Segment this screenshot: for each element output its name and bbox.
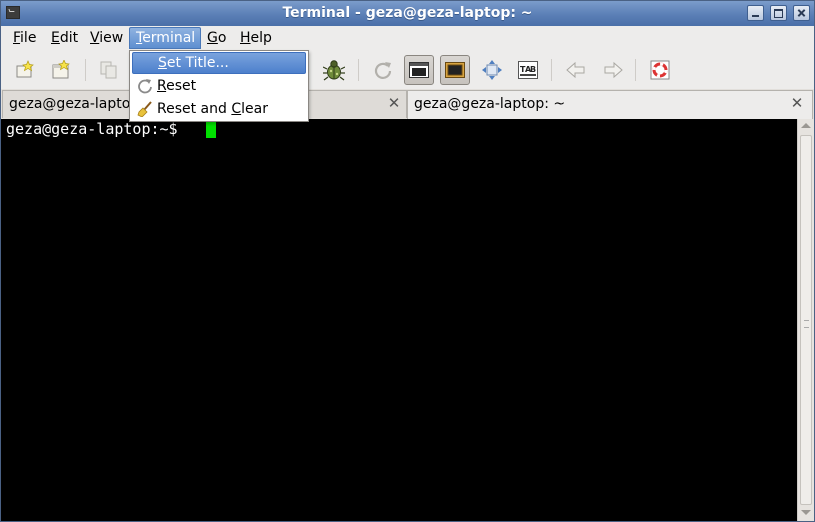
maximize-button[interactable] [770, 5, 787, 21]
terminal-cursor [206, 122, 216, 138]
frame-icon [445, 62, 465, 78]
menu-item-reset[interactable]: Reset [132, 75, 306, 97]
new-window-button[interactable] [46, 55, 76, 85]
lifebuoy-icon [650, 60, 670, 80]
terminal-scrollbar[interactable] [797, 119, 814, 521]
toolbar-separator [551, 59, 552, 81]
refresh-icon [374, 62, 392, 79]
menu-help[interactable]: Help [234, 27, 278, 49]
menu-bar: File Edit View Terminal Go Help [1, 26, 814, 50]
next-tab-button[interactable] [598, 55, 628, 85]
toggle-borders-button[interactable] [440, 55, 470, 85]
previous-tab-button[interactable] [561, 55, 591, 85]
window-title: Terminal - geza@geza-laptop: ~ [282, 5, 533, 21]
terminal-window: Terminal - geza@geza-laptop: ~ File Edit… [0, 0, 815, 522]
toolbar: TAB [1, 51, 814, 90]
menu-item-reset-and-clear[interactable]: Reset and Clear [132, 98, 306, 120]
svg-text:B: B [530, 65, 536, 74]
close-tab-icon[interactable]: ✕ [790, 96, 804, 111]
toolbar-separator [635, 59, 636, 81]
fullscreen-button[interactable] [477, 55, 507, 85]
terminal-area[interactable]: geza@geza-laptop:~$ [1, 119, 797, 521]
scrollbar-thumb[interactable] [800, 135, 812, 505]
new-window-icon [52, 60, 70, 79]
scroll-down-icon[interactable] [801, 510, 811, 515]
copy-button[interactable] [94, 55, 124, 85]
scroll-up-icon[interactable] [801, 123, 811, 128]
refresh-button[interactable] [368, 55, 398, 85]
minimize-button[interactable] [747, 5, 764, 21]
terminal-menu-dropdown: Set Title... Reset Reset and Clear [129, 50, 309, 122]
title-bar[interactable]: Terminal - geza@geza-laptop: ~ [1, 1, 814, 26]
window-icon [409, 62, 429, 78]
arrow-left-icon [566, 61, 585, 79]
toggle-menubar-button[interactable] [404, 55, 434, 85]
menu-go[interactable]: Go [201, 27, 232, 49]
broom-icon [137, 101, 152, 117]
close-window-button[interactable] [793, 5, 810, 21]
new-tab-button[interactable] [9, 55, 39, 85]
fullscreen-icon [482, 60, 502, 80]
menu-file[interactable]: File [7, 27, 42, 49]
character-encoding-button[interactable]: TAB [513, 55, 543, 85]
menu-view[interactable]: View [84, 27, 129, 49]
help-button[interactable] [645, 55, 675, 85]
grip-icon [804, 320, 809, 328]
bug-icon [323, 60, 345, 81]
charset-icon: T AB [518, 61, 538, 79]
copy-icon [100, 61, 117, 79]
debug-button[interactable] [319, 55, 349, 85]
menu-edit[interactable]: Edit [45, 27, 84, 49]
arrow-right-icon [604, 61, 623, 79]
close-tab-icon[interactable]: ✕ [387, 96, 401, 111]
toolbar-separator [358, 59, 359, 81]
menu-terminal[interactable]: Terminal [129, 27, 201, 49]
reset-icon [138, 79, 152, 94]
tab-2[interactable]: geza@geza-laptop: ~ ✕ [407, 90, 813, 119]
new-tab-icon [16, 60, 34, 78]
menu-item-set-title[interactable]: Set Title... [132, 52, 306, 74]
toolbar-separator [85, 59, 86, 81]
tab-bar: geza@geza-laptop: ~ ✕ geza@geza-laptop: … [1, 89, 814, 119]
tab-label: geza@geza-laptop: ~ [414, 96, 566, 112]
terminal-prompt: geza@geza-laptop:~$ [6, 120, 187, 138]
